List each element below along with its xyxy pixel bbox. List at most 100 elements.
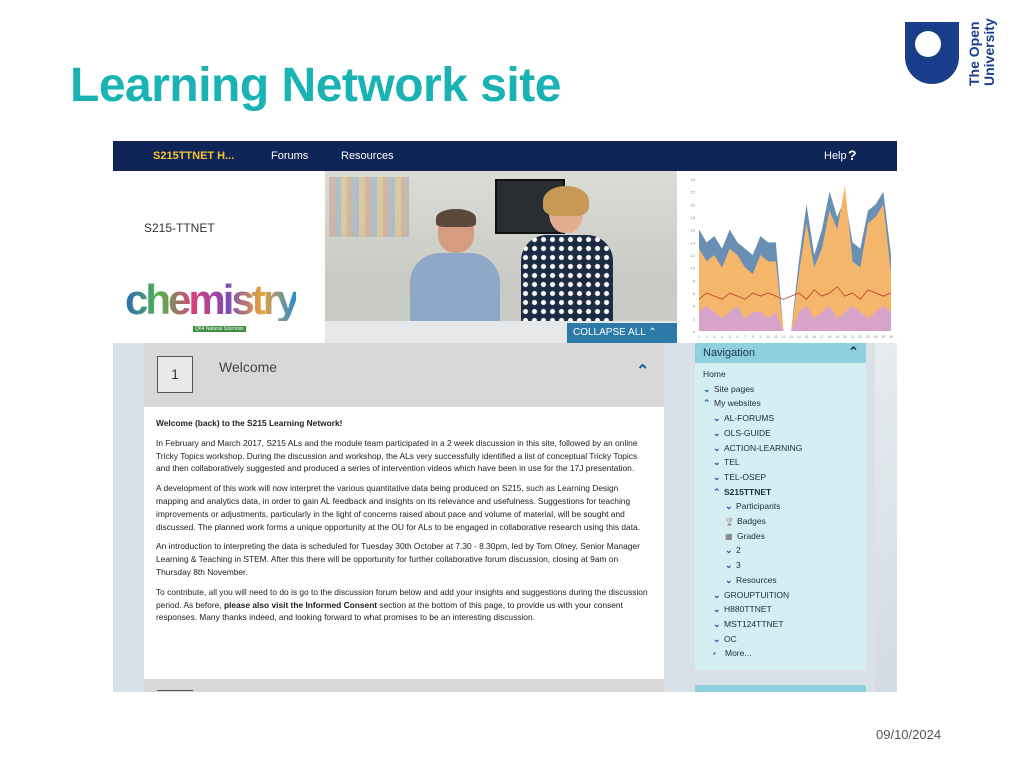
x-tick-label: 16 bbox=[812, 335, 816, 339]
nav-item-more[interactable]: ▪ More... bbox=[713, 646, 751, 660]
chevron-down-icon[interactable]: ⌄ bbox=[713, 470, 724, 484]
screenshot-learning-network: S215TTNET H... Forums Resources Help ? S… bbox=[113, 141, 897, 692]
nav-forums[interactable]: Forums bbox=[271, 150, 308, 162]
x-tick-label: 17 bbox=[820, 335, 824, 339]
nav-item-badges[interactable]: 🏆 Badges bbox=[725, 514, 766, 528]
nav-item-3[interactable]: ⌄ 3 bbox=[725, 558, 741, 572]
x-tick-label: 15 bbox=[805, 335, 809, 339]
nav-item-label: MST124TTNET bbox=[724, 618, 784, 629]
x-tick-label: 4 bbox=[721, 335, 723, 339]
x-tick-label: 11 bbox=[774, 335, 778, 339]
chevron-up-icon[interactable]: ⌃ bbox=[848, 344, 859, 360]
section-body: Welcome (back) to the S215 Learning Netw… bbox=[144, 407, 664, 679]
chevron-down-icon[interactable]: ⌄ bbox=[713, 411, 724, 425]
chevron-down-icon[interactable]: ⌄ bbox=[713, 426, 724, 440]
nav-item-resources[interactable]: ⌄ Resources bbox=[725, 573, 777, 587]
nav-item-label: My websites bbox=[714, 398, 761, 409]
chevron-down-icon[interactable]: ⌄ bbox=[713, 617, 724, 631]
y-tick-label: 12 bbox=[691, 253, 696, 258]
chemistry-logo: chemistry bbox=[125, 276, 299, 323]
analytics-chart: 0 2 4 6 8 10 12 14 16 18 20 22 24 1 2 3 4 5 6 7 8 9 10 11 12 13 14… bbox=[677, 171, 897, 343]
nav-item-my-websites[interactable]: ⌃ My websites bbox=[703, 396, 761, 410]
nav-resources[interactable]: Resources bbox=[341, 150, 394, 162]
section-header[interactable]: 1 Welcome ⌃ bbox=[144, 343, 664, 407]
nav-site-name[interactable]: S215TTNET H... bbox=[153, 150, 234, 162]
nav-item-oc[interactable]: ⌄ OC bbox=[713, 632, 737, 646]
nav-item-al-forums[interactable]: ⌄ AL-FORUMS bbox=[713, 411, 774, 425]
nav-item-tel-osep[interactable]: ⌄ TEL-OSEP bbox=[713, 470, 766, 484]
nav-item-action-learning[interactable]: ⌄ ACTION-LEARNING bbox=[713, 441, 802, 455]
chevron-up-icon[interactable]: ⌃ bbox=[703, 396, 714, 410]
nav-item-label: TEL bbox=[724, 457, 740, 468]
nav-item-label: H880TTNET bbox=[724, 604, 772, 615]
y-tick-label: 14 bbox=[691, 240, 696, 245]
nav-item-participants[interactable]: ⌄ Participants bbox=[725, 499, 780, 513]
chevron-down-icon[interactable]: ⌄ bbox=[725, 573, 736, 587]
x-tick-label: 22 bbox=[858, 335, 862, 339]
y-tick-label: 4 bbox=[693, 304, 696, 309]
banner: S215-TTNET chemistry Q64 Natural Science… bbox=[113, 171, 897, 343]
navigation-header[interactable]: Navigation ⌃ bbox=[695, 343, 866, 363]
chevron-down-icon[interactable]: ⌄ bbox=[713, 602, 724, 616]
x-tick-label: 21 bbox=[851, 335, 855, 339]
y-tick-label: 20 bbox=[691, 202, 696, 207]
navigation-block: Navigation ⌃ Home ⌄ Site pages ⌃ My websites… bbox=[695, 343, 866, 670]
collapse-all-label: COLLAPSE ALL bbox=[573, 327, 646, 338]
x-tick-label: 12 bbox=[782, 335, 786, 339]
chevron-up-icon[interactable]: ⌃ bbox=[713, 485, 724, 499]
nav-item-h880ttnet[interactable]: ⌄ H880TTNET bbox=[713, 602, 772, 616]
nav-item-tel[interactable]: ⌄ TEL bbox=[713, 455, 740, 469]
chevron-down-icon[interactable]: ⌄ bbox=[725, 558, 736, 572]
page-margin bbox=[875, 343, 897, 692]
nav-item-2[interactable]: ⌄ 2 bbox=[725, 543, 741, 557]
chevron-down-icon[interactable]: ⌄ bbox=[713, 632, 724, 646]
chevron-down-icon[interactable]: ⌄ bbox=[713, 455, 724, 469]
nav-help[interactable]: Help bbox=[824, 150, 847, 162]
logo-line-1: The Open bbox=[966, 21, 982, 86]
nav-item-label: TEL-OSEP bbox=[724, 471, 767, 482]
chevron-down-icon[interactable]: ⌄ bbox=[713, 588, 724, 602]
chevron-down-icon[interactable]: ⌄ bbox=[725, 499, 736, 513]
y-tick-label: 18 bbox=[691, 215, 696, 220]
help-icon[interactable]: ? bbox=[848, 147, 857, 163]
navigation-title: Navigation bbox=[703, 347, 755, 359]
next-section-header[interactable] bbox=[144, 679, 664, 692]
y-tick-label: 10 bbox=[691, 266, 696, 271]
nav-item-ols-guide[interactable]: ⌄ OLS-GUIDE bbox=[713, 426, 771, 440]
next-block-header bbox=[695, 685, 866, 692]
y-tick-label: 6 bbox=[693, 291, 696, 296]
chevron-down-icon[interactable]: ⌄ bbox=[725, 543, 736, 557]
chevron-down-icon[interactable]: ⌄ bbox=[713, 441, 724, 455]
nav-item-grouptuition[interactable]: ⌄ GROUPTUITION bbox=[713, 588, 789, 602]
slide-date: 09/10/2024 bbox=[876, 727, 942, 742]
nav-item-mst124ttnet[interactable]: ⌄ MST124TTNET bbox=[713, 617, 784, 631]
video-still[interactable]: COLLAPSE ALL ⌃ bbox=[325, 171, 677, 343]
nav-item-grades[interactable]: ▦ Grades bbox=[725, 529, 765, 543]
y-tick-label: 24 bbox=[691, 177, 696, 182]
area-series-orange bbox=[699, 185, 891, 331]
x-tick-label: 14 bbox=[797, 335, 801, 339]
logo-line-2: University bbox=[981, 18, 997, 86]
module-code: S215-TTNET bbox=[144, 221, 215, 235]
chevron-up-icon[interactable]: ⌃ bbox=[636, 361, 649, 381]
y-tick-label: 2 bbox=[693, 316, 696, 321]
top-navbar: S215TTNET H... Forums Resources Help ? bbox=[113, 141, 897, 171]
nav-item-site-pages[interactable]: ⌄ Site pages bbox=[703, 382, 754, 396]
x-tick-label: 25 bbox=[881, 335, 885, 339]
x-tick-label: 9 bbox=[759, 335, 761, 339]
informed-consent-link: please also visit the Informed Consent bbox=[223, 599, 378, 610]
x-tick-label: 20 bbox=[843, 335, 847, 339]
collapse-all-button[interactable]: COLLAPSE ALL ⌃ bbox=[567, 323, 677, 343]
nav-item-label: GROUPTUITION bbox=[724, 589, 790, 600]
chevron-down-icon[interactable]: ⌄ bbox=[703, 382, 714, 396]
chevron-up-icon: ⌃ bbox=[648, 327, 657, 338]
section-title: Welcome bbox=[219, 359, 278, 375]
nav-item-label: Home bbox=[703, 369, 726, 379]
section-number: 1 bbox=[157, 356, 193, 393]
nav-item-label: Participants bbox=[736, 501, 781, 512]
nav-item-home[interactable]: Home bbox=[703, 367, 726, 381]
nav-item-s215ttnet[interactable]: ⌃ S215TTNET bbox=[713, 485, 771, 499]
nav-item-label: Grades bbox=[737, 530, 765, 541]
periodic-table-poster bbox=[329, 177, 409, 237]
paragraph: An introduction to interpreting the data… bbox=[156, 541, 640, 577]
